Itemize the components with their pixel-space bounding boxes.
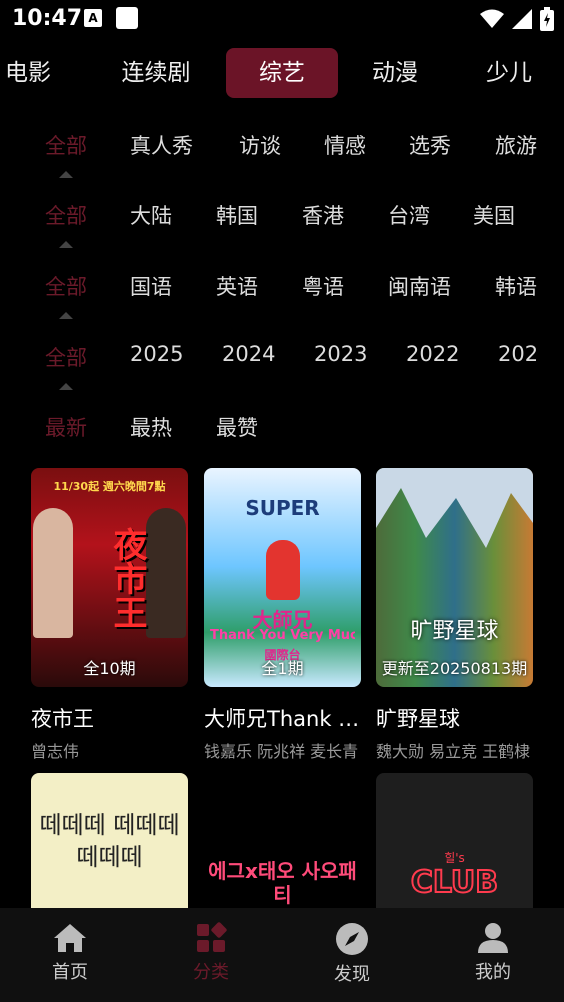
card-cast: 钱嘉乐 阮兆祥 麦长青: [204, 742, 359, 761]
filter-sort-row: 最新 最热 最赞: [0, 412, 564, 452]
episode-badge: 全1期: [261, 659, 304, 678]
show-card[interactable]: SUPER 大師兄 Thank You Very Much 國際台 全1期 大师…: [204, 468, 361, 761]
filter-language-english[interactable]: 英语: [216, 271, 258, 301]
selected-indicator: [59, 241, 73, 248]
poster-title-art: 夜市王: [107, 527, 147, 629]
nav-discover[interactable]: 发现: [312, 922, 392, 986]
card-title: 大师兄Thank You Very Much: [204, 707, 361, 731]
tab-tv-series[interactable]: 连续剧: [106, 48, 206, 98]
selected-indicator: [59, 312, 73, 319]
battery-icon: [540, 7, 554, 31]
poster-date-text: 11/30起 週六晚間7點: [53, 480, 166, 493]
poster-title-art: 에그x태오 사오패티: [208, 859, 357, 907]
wifi-icon: [480, 9, 504, 28]
filter-genre-row: 全部 真人秀 访谈 情感 选秀 旅游: [0, 130, 564, 170]
sort-most-liked[interactable]: 最赞: [216, 412, 258, 442]
bottom-nav: 首页 分类 发现 我的: [0, 908, 564, 1002]
poster-figure: [33, 508, 73, 638]
nav-mine[interactable]: 我的: [453, 922, 533, 984]
filter-language-hokkien[interactable]: 闽南语: [388, 271, 451, 301]
sort-latest[interactable]: 最新: [45, 412, 87, 442]
episode-badge: 全10期: [83, 659, 136, 678]
filter-year-2021[interactable]: 2021: [498, 342, 540, 366]
nav-discover-label: 发现: [334, 964, 370, 985]
filter-language-all[interactable]: 全部: [45, 271, 87, 301]
filter-genre-reality[interactable]: 真人秀: [130, 130, 193, 160]
user-icon: [478, 923, 508, 953]
tab-movie[interactable]: 电影: [0, 48, 68, 98]
nav-category[interactable]: 分类: [171, 922, 251, 984]
poster-image: 에그x태오 사오패티: [204, 773, 361, 908]
show-card[interactable]: 11/30起 週六晚間7點 夜市王 全10期 夜市王 曾志伟: [31, 468, 188, 761]
nav-home[interactable]: 首页: [30, 922, 110, 984]
status-time: 10:47: [12, 6, 83, 31]
poster-image: 힐's CLUB: [376, 773, 533, 908]
episode-badge: 更新至20250813期: [381, 659, 528, 678]
filter-language-cantonese[interactable]: 粤语: [302, 271, 344, 301]
filter-genre-interview[interactable]: 访谈: [239, 130, 281, 160]
selected-indicator: [59, 383, 73, 390]
show-card[interactable]: 힐's CLUB: [376, 773, 533, 908]
filter-region-usa[interactable]: 美国: [473, 200, 515, 230]
show-card[interactable]: 떼떼떼 떼떼떼 떼떼떼: [31, 773, 188, 908]
poster-title-line2: Thank You Very Much: [210, 628, 355, 643]
filter-region-hongkong[interactable]: 香港: [302, 200, 344, 230]
filter-year-row: 全部 2025 2024 2023 2022 2021: [0, 342, 564, 382]
poster-image: SUPER 大師兄 Thank You Very Much 國際台 全1期: [204, 468, 361, 687]
nav-home-label: 首页: [52, 962, 88, 983]
filter-year-2025[interactable]: 2025: [130, 342, 183, 366]
nav-mine-label: 我的: [475, 962, 511, 983]
signal-icon: [512, 9, 532, 29]
filter-genre-talent[interactable]: 选秀: [409, 130, 451, 160]
poster-figure: [146, 508, 186, 638]
status-bar: 10:47 A: [0, 0, 564, 38]
poster-title-art: CLUB: [410, 864, 499, 901]
filter-genre-travel[interactable]: 旅游: [495, 130, 537, 160]
filter-year-2023[interactable]: 2023: [314, 342, 367, 366]
card-cast: 魏大勋 易立竞 王鹤棣: [376, 742, 531, 761]
show-card[interactable]: 旷野星球 更新至20250813期 旷野星球 魏大勋 易立竞 王鹤棣: [376, 468, 533, 761]
category-tabs: 电影 连续剧 综艺 动漫 少儿: [0, 48, 564, 98]
poster-image: 旷野星球 更新至20250813期: [376, 468, 533, 687]
nav-category-label: 分类: [193, 962, 229, 983]
filter-language-mandarin[interactable]: 国语: [130, 271, 172, 301]
filter-year-all[interactable]: 全部: [45, 342, 87, 372]
tab-anime[interactable]: 动漫: [356, 48, 434, 98]
compass-icon: [336, 923, 368, 955]
poster-top-text: SUPER: [245, 496, 320, 520]
card-title: 夜市王: [31, 707, 94, 731]
selected-indicator: [59, 171, 73, 178]
home-icon: [54, 924, 86, 952]
filter-region-mainland[interactable]: 大陆: [130, 200, 172, 230]
filter-genre-emotion[interactable]: 情感: [324, 130, 366, 160]
poster-image: 떼떼떼 떼떼떼 떼떼떼: [31, 773, 188, 908]
poster-figure: [266, 540, 300, 600]
filter-region-row: 全部 大陆 韩国 香港 台湾 美国: [0, 200, 564, 240]
filter-region-korea[interactable]: 韩国: [216, 200, 258, 230]
poster-title-art: 旷野星球: [410, 619, 499, 644]
tab-variety[interactable]: 综艺: [226, 48, 338, 98]
notification-square-icon: [116, 7, 138, 29]
system-icons: [480, 7, 554, 31]
filter-year-2022[interactable]: 2022: [406, 342, 459, 366]
filter-region-all[interactable]: 全部: [45, 200, 87, 230]
filter-region-taiwan[interactable]: 台湾: [388, 200, 430, 230]
accessibility-notification-icon: A: [84, 9, 102, 27]
poster-small-text: 힐's: [444, 851, 465, 865]
filter-language-row: 全部 国语 英语 粤语 闽南语 韩语: [0, 271, 564, 311]
filter-year-2024[interactable]: 2024: [222, 342, 275, 366]
show-card[interactable]: 에그x태오 사오패티: [204, 773, 361, 908]
card-title: 旷野星球: [376, 707, 460, 731]
category-icon: [197, 922, 227, 952]
sort-hottest[interactable]: 最热: [130, 412, 172, 442]
card-cast: 曾志伟: [31, 742, 80, 761]
tab-kids[interactable]: 少儿: [470, 48, 548, 98]
filter-language-korean[interactable]: 韩语: [495, 271, 537, 301]
poster-image: 11/30起 週六晚間7點 夜市王 全10期: [31, 468, 188, 687]
poster-title-art: 떼떼떼 떼떼떼 떼떼떼: [39, 811, 180, 871]
filter-genre-all[interactable]: 全部: [45, 130, 87, 160]
